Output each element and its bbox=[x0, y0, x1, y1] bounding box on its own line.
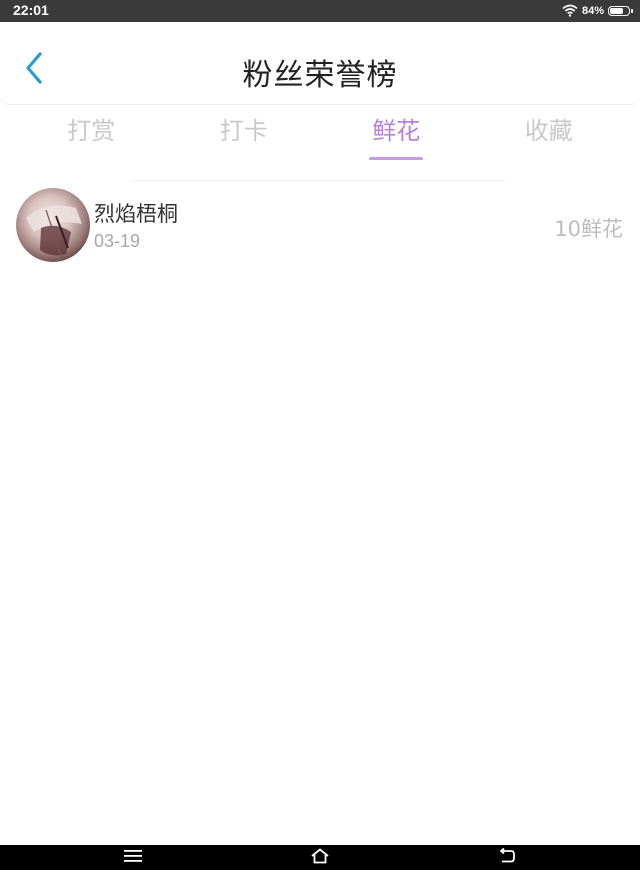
battery-tip bbox=[631, 9, 633, 13]
avatar bbox=[16, 188, 90, 262]
tab-label: 收藏 bbox=[524, 117, 573, 145]
battery-fill bbox=[610, 8, 623, 14]
home-button[interactable] bbox=[290, 845, 350, 870]
home-icon bbox=[310, 848, 330, 868]
fan-list: 烈焰梧桐 03-19 10鲜花 bbox=[0, 186, 640, 266]
list-item[interactable]: 烈焰梧桐 03-19 10鲜花 bbox=[0, 186, 640, 266]
wifi-icon bbox=[562, 2, 578, 21]
status-time: 22:01 bbox=[13, 2, 49, 18]
divider bbox=[130, 180, 505, 181]
back-nav-icon bbox=[498, 847, 516, 868]
tab-checkin[interactable]: 打卡 bbox=[168, 108, 321, 164]
battery-icon bbox=[608, 6, 633, 16]
tab-label: 鲜花 bbox=[372, 117, 421, 145]
tab-favorites[interactable]: 收藏 bbox=[473, 108, 626, 164]
status-bar: 22:01 84% bbox=[0, 0, 640, 22]
return-button[interactable] bbox=[477, 845, 537, 870]
fan-date: 03-19 bbox=[94, 231, 141, 251]
tab-label: 打赏 bbox=[67, 117, 116, 145]
tab-label: 打卡 bbox=[219, 117, 268, 145]
navigation-bar bbox=[0, 845, 640, 870]
fan-name: 烈焰梧桐 bbox=[94, 202, 178, 226]
battery-percentage: 84% bbox=[581, 5, 604, 17]
page-title: 粉丝荣誉榜 bbox=[242, 58, 398, 93]
menu-icon bbox=[124, 848, 142, 867]
fan-amount: 10鲜花 bbox=[554, 217, 623, 241]
tab-bar: 打赏 打卡 鲜花 收藏 bbox=[15, 108, 625, 164]
menu-button[interactable] bbox=[103, 845, 163, 870]
tab-flowers[interactable]: 鲜花 bbox=[320, 108, 473, 164]
tab-active-indicator bbox=[369, 157, 424, 160]
header: 粉丝荣誉榜 bbox=[0, 22, 640, 105]
tab-reward[interactable]: 打赏 bbox=[15, 108, 168, 164]
status-indicators: 84% bbox=[562, 2, 633, 21]
